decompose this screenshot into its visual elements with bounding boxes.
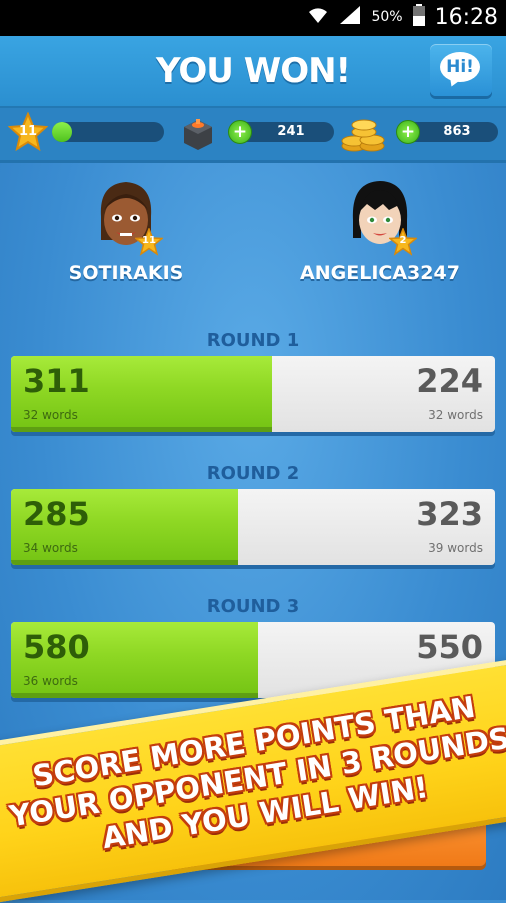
player-level: 2 [399,235,407,246]
level-number: 11 [18,124,38,139]
player-level: 11 [142,235,156,246]
status-bar-right: 50% 16:28 [307,4,498,30]
right-score: 224 [416,362,483,400]
battery-percent: 50% [371,9,403,25]
coins-icon [340,116,388,154]
stats-bar: 11 + 241 + 863 [0,108,506,163]
level-badge-star-icon: 11 [133,226,165,256]
round-label: ROUND 2 [206,463,300,484]
clock: 16:28 [434,4,498,30]
left-word-count: 32 words [23,408,78,422]
level-badge-star-icon: 2 [387,226,419,256]
player-left[interactable]: 11 SOTIRAKIS [26,176,226,284]
wifi-icon [307,5,329,29]
dice-count: 241 [277,124,305,139]
round-label: ROUND 1 [206,330,300,351]
header: YOU WON! Hi! [0,36,506,108]
avatar: 2 [345,176,419,256]
hi-label: Hi! [446,57,474,77]
right-score: 323 [416,495,483,533]
left-score: 285 [23,495,90,533]
left-word-count: 34 words [23,541,78,555]
speech-bubble-icon: Hi! [440,52,480,82]
left-score: 311 [23,362,90,400]
xp-progress-bar [52,122,164,142]
dice-counter[interactable]: + 241 [228,120,334,144]
avatar: 11 [91,176,165,256]
round-result-bar: 285 34 words 323 39 words [11,489,495,565]
coins-counter[interactable]: + 863 [396,120,498,144]
coins-count: 863 [443,124,471,139]
right-word-count: 32 words [428,408,483,422]
left-word-count: 36 words [23,674,78,688]
right-word-count: 39 words [428,541,483,555]
round-label: ROUND 3 [206,596,300,617]
player-name: ANGELICA3247 [300,262,460,284]
player-name: SOTIRAKIS [68,262,184,284]
right-score: 550 [416,628,483,666]
dice-icon [180,116,216,152]
player-right[interactable]: 2 ANGELICA3247 [280,176,480,284]
battery-icon [412,4,425,30]
left-score: 580 [23,628,90,666]
xp-progress-fill [52,122,73,142]
status-bar: 50% 16:28 [0,0,506,36]
signal-icon [339,5,361,29]
hi-chat-button[interactable]: Hi! [430,44,492,96]
level-star-icon: 11 [7,111,49,152]
round-result-bar: 311 32 words 224 32 words [11,356,495,432]
